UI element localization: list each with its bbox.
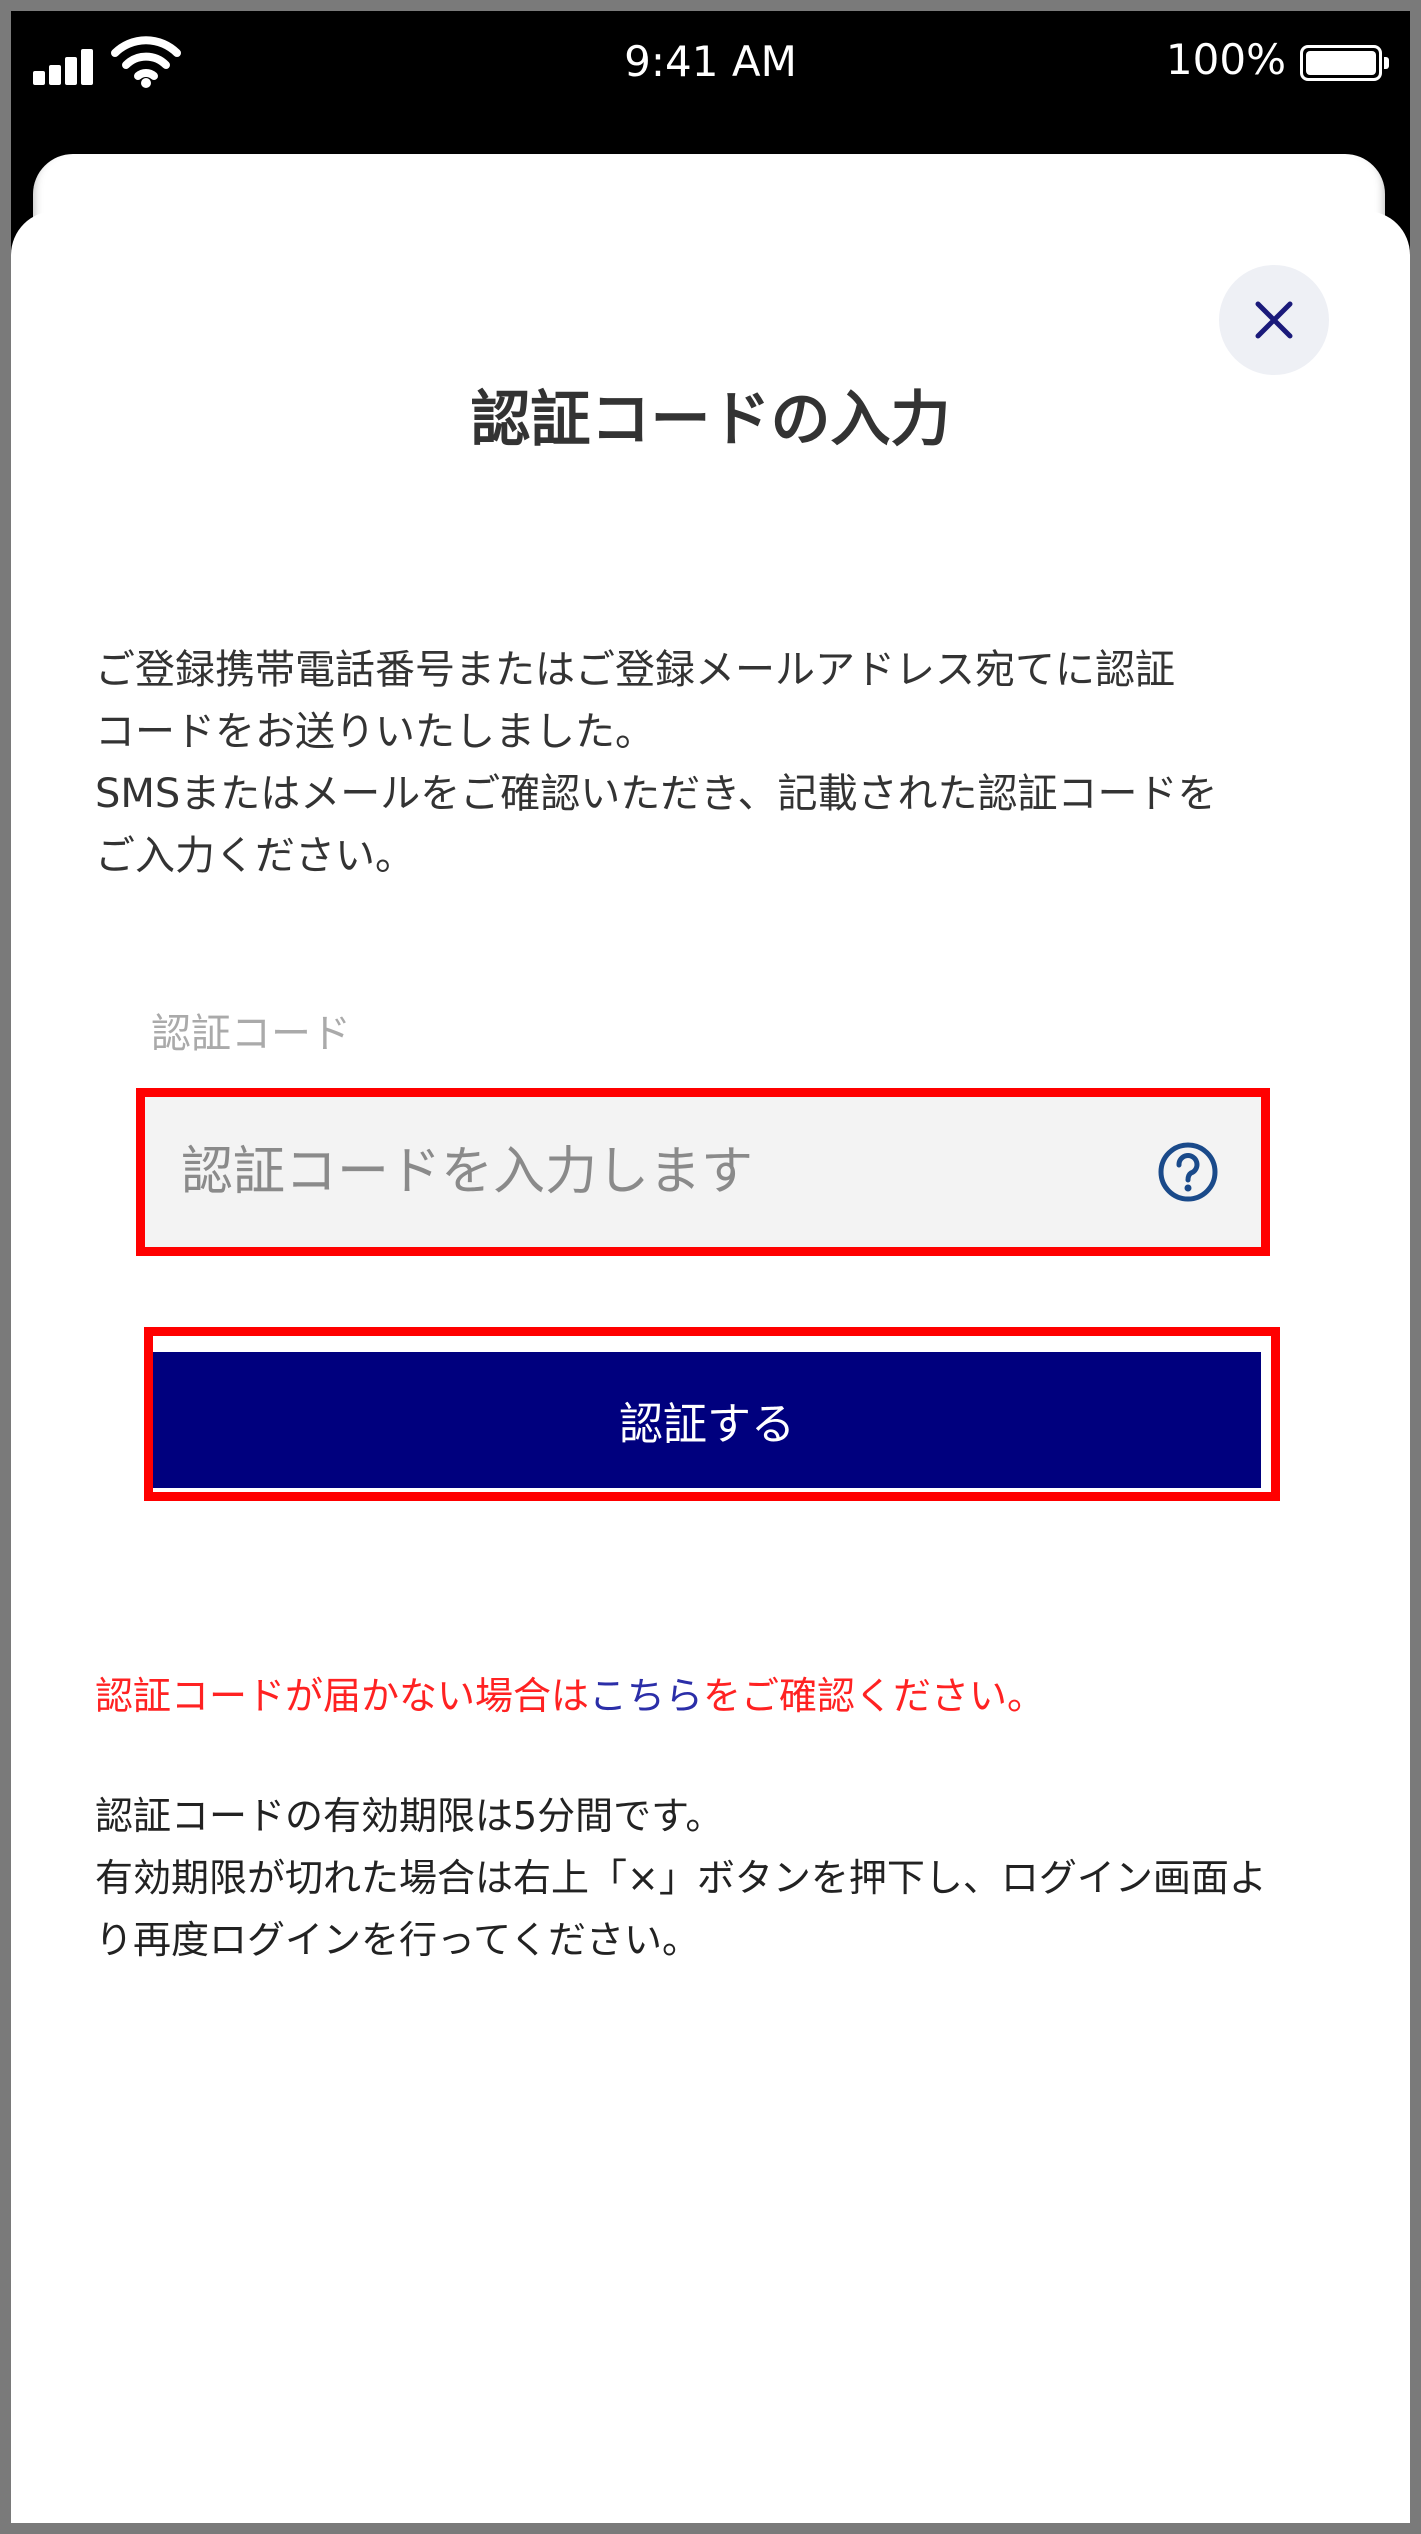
modal-title: 認証コードの入力 <box>470 385 951 455</box>
close-button[interactable] <box>1219 265 1329 375</box>
notice-text: 認証コードが届かない場合はこちらをご確認ください。 <box>95 1665 1045 1720</box>
phone-frame: 9:41 AM 100% 認証コードの入力 ご登録携帯電話番号またはご登録メール… <box>11 11 1410 2523</box>
expiry-line: 有効期限が切れた場合は右上「×」ボタンを押下し、ログイン画面よ <box>95 1856 1267 1900</box>
notice-suffix: をご確認ください。 <box>703 1674 1046 1718</box>
expiry-text: 認証コードの有効期限は5分間です。 有効期限が切れた場合は右上「×」ボタンを押下… <box>95 1785 1335 1971</box>
verify-button[interactable]: 認証する <box>153 1352 1261 1488</box>
verification-code-input[interactable] <box>145 1097 1261 1247</box>
battery-icon <box>1300 45 1389 81</box>
verification-modal: 認証コードの入力 ご登録携帯電話番号またはご登録メールアドレス宛てに認証 コード… <box>11 211 1410 2523</box>
code-input-container <box>136 1088 1270 1256</box>
code-field-label: 認証コード <box>151 1011 351 1057</box>
description-text: ご登録携帯電話番号またはご登録メールアドレス宛てに認証 コードをお送りいたしまし… <box>95 639 1335 887</box>
description-line: ご登録携帯電話番号またはご登録メールアドレス宛てに認証 <box>95 647 1175 693</box>
expiry-line: 認証コードの有効期限は5分間です。 <box>95 1794 724 1838</box>
description-line: ご入力ください。 <box>95 833 415 879</box>
description-line: コードをお送りいたしました。 <box>95 709 655 755</box>
help-link[interactable]: こちら <box>589 1674 703 1718</box>
close-icon <box>1255 301 1293 339</box>
status-bar: 9:41 AM 100% <box>11 11 1410 131</box>
notice-prefix: 認証コードが届かない場合は <box>95 1674 590 1718</box>
battery-percent: 100% <box>1165 35 1286 84</box>
help-icon[interactable] <box>1157 1141 1219 1203</box>
description-line: SMSまたはメールをご確認いただき、記載された認証コードを <box>95 771 1218 817</box>
expiry-line: り再度ログインを行ってください。 <box>95 1918 700 1962</box>
